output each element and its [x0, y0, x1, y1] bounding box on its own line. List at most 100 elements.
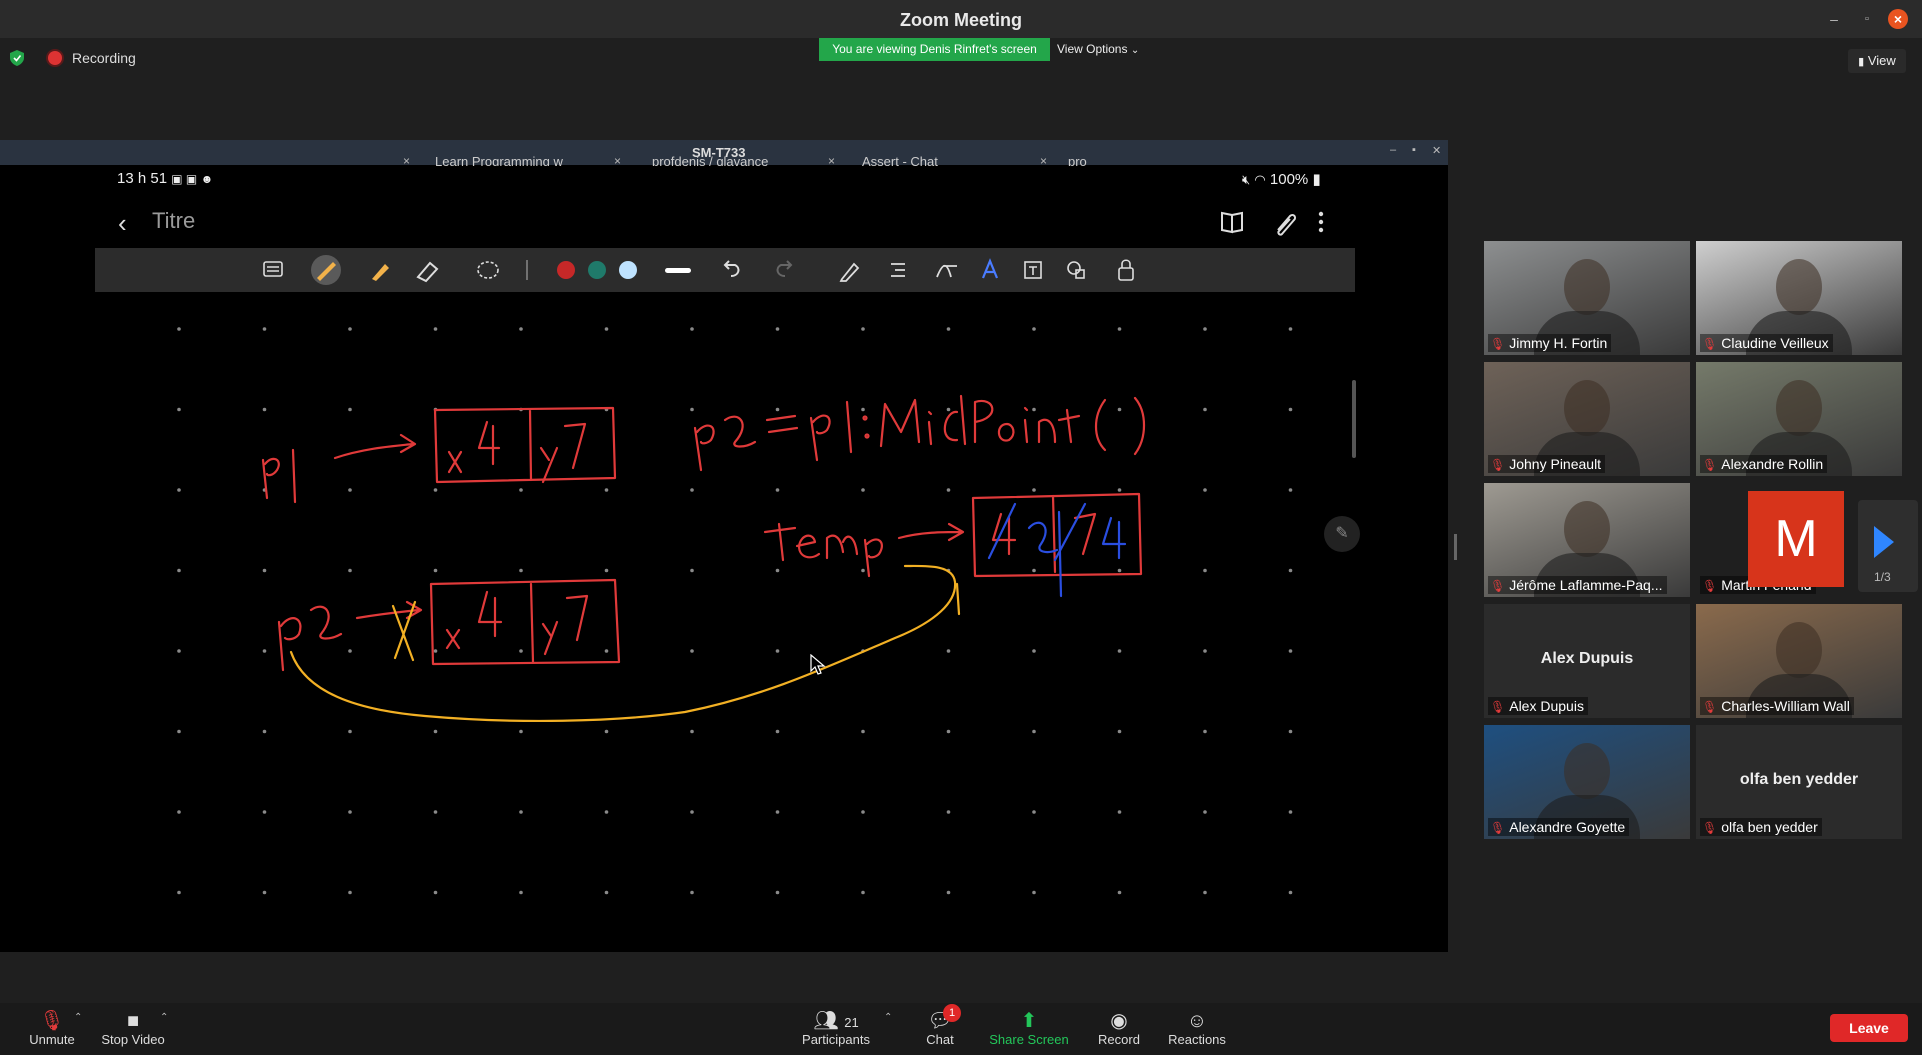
color-swatch-red[interactable]: [557, 261, 575, 279]
grid-dot: [690, 568, 694, 573]
status-time-text: 13 h 51: [117, 170, 168, 187]
participant-name: Johny Pineault: [1509, 456, 1602, 472]
shapes-icon[interactable]: [1067, 261, 1085, 279]
highlighter-icon[interactable]: [372, 264, 389, 281]
record-button[interactable]: ◉ Record: [1094, 1010, 1144, 1047]
panel-divider-handle[interactable]: [1454, 534, 1457, 560]
eraser-icon[interactable]: [416, 261, 439, 283]
grid-dot: [1203, 407, 1207, 412]
reactions-button[interactable]: ☺ Reactions: [1162, 1010, 1232, 1047]
note-title[interactable]: Titre: [152, 208, 195, 234]
stop-video-button[interactable]: ■ Stop Video: [98, 1010, 168, 1047]
grid-dot: [1117, 649, 1122, 653]
redo-icon[interactable]: [776, 260, 793, 277]
keyboard-icon[interactable]: [263, 261, 283, 277]
chevron-right-icon[interactable]: [1874, 526, 1894, 558]
participant-name-tag: 🎙︎ Alexandre Rollin: [1700, 455, 1828, 473]
pen-tool-icon[interactable]: [311, 255, 341, 285]
share-screen-button[interactable]: ⬆ Share Screen: [986, 1010, 1072, 1047]
lasso-icon[interactable]: [477, 261, 499, 279]
participant-tile[interactable]: 🎙︎ Alexandre Goyette: [1484, 725, 1690, 839]
close-icon[interactable]: ×: [1888, 9, 1908, 29]
participant-tile[interactable]: Alex Dupuis 🎙︎ Alex Dupuis: [1484, 604, 1690, 718]
grid-dot: [775, 488, 780, 492]
scroll-handle[interactable]: [1352, 380, 1356, 458]
grid-dot: [861, 327, 865, 331]
book-icon[interactable]: [1221, 211, 1243, 234]
tab-close-icon: ×: [614, 154, 622, 168]
grid-dot: [1288, 327, 1293, 331]
participants-button[interactable]: 👥︎ 21 Participants: [796, 1010, 876, 1047]
mute-icon: 🔇︎: [1242, 172, 1251, 187]
participant-tile[interactable]: 🎙︎ Jérôme Laflamme-Paq...: [1484, 483, 1690, 597]
microphone-muted-icon: 🎙︎: [39, 1010, 65, 1032]
grid-dot: [1117, 488, 1122, 492]
wifi-icon: ◠: [1254, 172, 1266, 187]
view-options-button[interactable]: View Options ⌄: [1057, 38, 1139, 61]
grid-dot: [262, 407, 267, 412]
participant-tile[interactable]: 🎙︎ Jimmy H. Fortin: [1484, 241, 1690, 355]
ai-pen-icon[interactable]: [981, 258, 999, 279]
more-options-icon[interactable]: [1318, 211, 1324, 233]
avatar: M: [1748, 491, 1844, 587]
grid-dot: [775, 890, 780, 895]
video-options-caret-icon[interactable]: ⌃: [160, 1012, 168, 1023]
participant-name-tag: 🎙︎ Alexandre Goyette: [1488, 818, 1630, 836]
text-box-icon[interactable]: [1024, 261, 1042, 279]
participant-tile[interactable]: 🎙︎ Alexandre Rollin: [1696, 362, 1902, 476]
participant-name-tag: 🎙︎ Jérôme Laflamme-Paq...: [1488, 576, 1667, 594]
leave-button[interactable]: Leave: [1830, 1014, 1908, 1042]
pen-settings-icon[interactable]: [839, 262, 860, 282]
participant-name-tag: 🎙︎ olfa ben yedder: [1700, 818, 1822, 836]
stroke-width-icon[interactable]: [665, 268, 691, 273]
recording-label[interactable]: Recording: [72, 50, 136, 66]
pen-floating-button[interactable]: ✎: [1324, 516, 1360, 552]
drawing-canvas[interactable]: [95, 292, 1355, 952]
undo-icon[interactable]: [723, 260, 740, 277]
unmute-button[interactable]: 🎙︎ Unmute: [22, 1010, 82, 1047]
back-arrow-icon[interactable]: ‹: [118, 208, 127, 239]
grid-dot: [1288, 568, 1293, 573]
participant-tile[interactable]: 🎙︎ Charles-William Wall: [1696, 604, 1902, 718]
grid-dot: [1203, 890, 1207, 895]
grid-dot: [433, 810, 438, 814]
audio-options-caret-icon[interactable]: ⌃: [74, 1012, 82, 1023]
shield-icon[interactable]: [10, 50, 24, 66]
grid-dot: [177, 407, 181, 412]
grid-dot: [690, 890, 694, 895]
grid-dot: [604, 327, 609, 331]
participant-tile[interactable]: 🎙︎ Johny Pineault: [1484, 362, 1690, 476]
lock-icon[interactable]: [1118, 259, 1134, 281]
browser-tab: Assert - Chat: [862, 154, 938, 166]
browser-tab: profdenis / qlavance: [652, 154, 769, 166]
participant-tile[interactable]: olfa ben yedder 🎙︎ olfa ben yedder: [1696, 725, 1902, 839]
recording-icon: [48, 51, 62, 65]
grid-dot: [348, 568, 352, 573]
grid-dot: [348, 729, 352, 734]
participant-tile[interactable]: 🎙︎ Claudine Veilleux: [1696, 241, 1902, 355]
text-align-icon[interactable]: [891, 263, 905, 277]
grid-dot: [946, 407, 951, 412]
grid-dot: [177, 729, 181, 734]
color-swatch-lightblue[interactable]: [619, 261, 637, 279]
attachment-icon[interactable]: [1277, 213, 1297, 236]
reactions-label: Reactions: [1168, 1032, 1226, 1047]
participant-silhouette: [1776, 622, 1822, 678]
grid-dot: [604, 890, 609, 895]
participant-name: Claudine Veilleux: [1721, 335, 1829, 351]
grid-dot: [775, 407, 780, 412]
handwriting-to-text-icon[interactable]: [936, 264, 957, 278]
grid-dot: [1203, 488, 1207, 492]
grid-dot: [861, 568, 865, 573]
stop-video-label: Stop Video: [101, 1032, 165, 1047]
minimize-icon[interactable]: –: [1824, 9, 1844, 29]
view-button[interactable]: ▮ View: [1848, 49, 1906, 73]
restore-icon[interactable]: ▫: [1857, 9, 1877, 29]
grid-dot: [433, 890, 438, 895]
grid-dot: [433, 327, 438, 331]
color-swatch-teal[interactable]: [588, 261, 606, 279]
participants-count: 21: [844, 1015, 859, 1030]
grid-dot: [262, 649, 267, 653]
share-screen-label: Share Screen: [989, 1032, 1069, 1047]
participants-caret-icon[interactable]: ⌃: [884, 1012, 892, 1023]
